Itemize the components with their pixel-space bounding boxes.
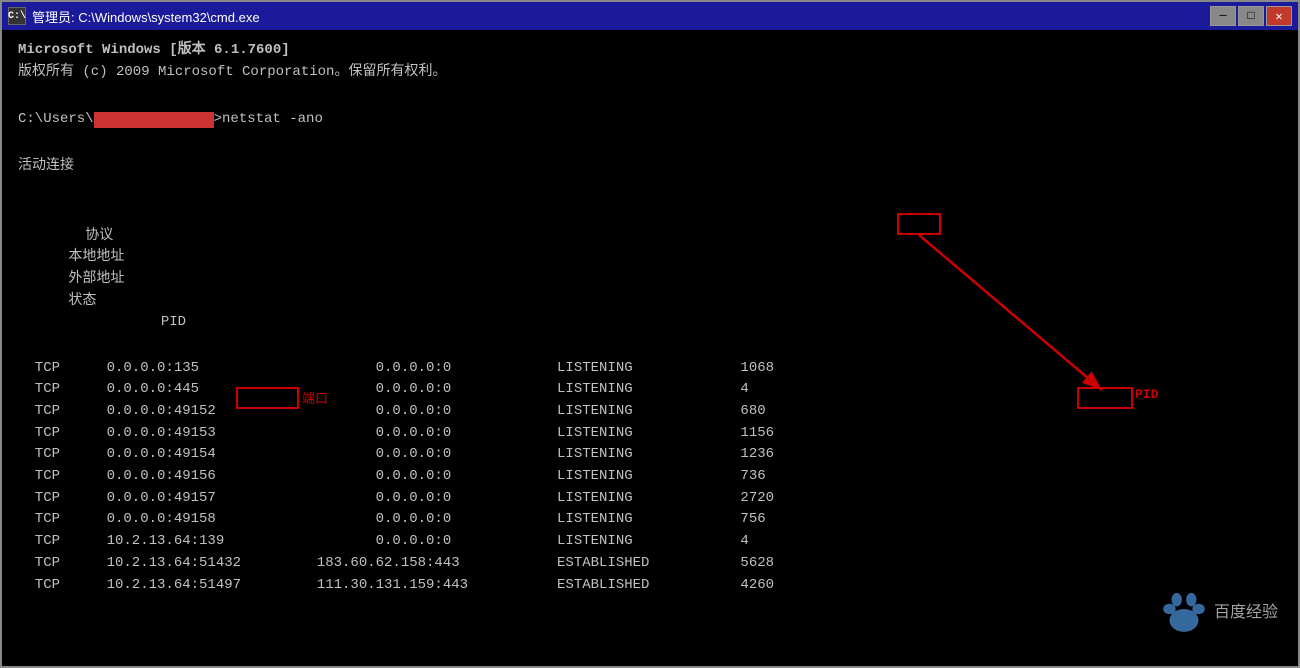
minimize-button[interactable]: ─ bbox=[1210, 6, 1236, 26]
table-row: TCP 0.0.0.0:49156 0.0.0.0:0 LISTENING 73… bbox=[18, 466, 1282, 488]
header-pid: PID bbox=[68, 312, 148, 334]
close-button[interactable]: ✕ bbox=[1266, 6, 1292, 26]
header-state: 状态 bbox=[68, 291, 243, 313]
blank-line-3 bbox=[18, 178, 1282, 200]
title-bar: C:\ 管理员: C:\Windows\system32\cmd.exe ─ □… bbox=[2, 2, 1298, 30]
command-text: >netstat -ano bbox=[214, 109, 323, 131]
table-row: TCP 0.0.0.0:49152 0.0.0.0:0 LISTENING 68… bbox=[18, 401, 1282, 423]
redacted-username bbox=[94, 112, 214, 128]
blank-line-2 bbox=[18, 135, 1282, 157]
copyright-line: 版权所有 (c) 2009 Microsoft Corporation。保留所有… bbox=[18, 62, 1282, 84]
command-prompt-line: C:\Users\ >netstat -ano bbox=[18, 109, 1282, 131]
table-header-row: 协议 本地地址 外部地址 状态 PID bbox=[18, 204, 1282, 356]
table-row: TCP 0.0.0.0:445 0.0.0.0:0 LISTENING 4 bbox=[18, 379, 1282, 401]
section-title: 活动连接 bbox=[18, 156, 1282, 178]
table-row: TCP 0.0.0.0:49154 0.0.0.0:0 LISTENING 12… bbox=[18, 444, 1282, 466]
cmd-icon: C:\ bbox=[8, 7, 26, 25]
table-row: TCP 10.2.13.64:51497 111.30.131.159:443 … bbox=[18, 575, 1282, 597]
table-row: TCP 10.2.13.64:139 0.0.0.0:0 LISTENING 4 bbox=[18, 531, 1282, 553]
maximize-button[interactable]: □ bbox=[1238, 6, 1264, 26]
table-row: TCP 0.0.0.0:135 0.0.0.0:0 LISTENING 1068 bbox=[18, 358, 1282, 380]
header-local: 本地地址 bbox=[68, 247, 253, 269]
baidu-label: 百度经验 bbox=[1214, 598, 1278, 622]
window-title: 管理员: C:\Windows\system32\cmd.exe bbox=[32, 7, 260, 26]
table-row-highlighted: TCP 0.0.0.0:49157 0.0.0.0:0 LISTENING 27… bbox=[18, 488, 1282, 510]
header-foreign: 外部地址 bbox=[68, 269, 283, 291]
title-bar-left: C:\ 管理员: C:\Windows\system32\cmd.exe bbox=[8, 7, 260, 26]
blank-line-1 bbox=[18, 83, 1282, 105]
table-row: TCP 10.2.13.64:51432 183.60.62.158:443 E… bbox=[18, 553, 1282, 575]
header-protocol: 协议 bbox=[68, 226, 123, 248]
version-line: Microsoft Windows [版本 6.1.7600] bbox=[18, 40, 1282, 62]
prompt-text: C:\Users\ bbox=[18, 109, 94, 131]
table-row: TCP 0.0.0.0:49153 0.0.0.0:0 LISTENING 11… bbox=[18, 423, 1282, 445]
table-row: TCP 0.0.0.0:49158 0.0.0.0:0 LISTENING 75… bbox=[18, 509, 1282, 531]
title-buttons: ─ □ ✕ bbox=[1210, 6, 1292, 26]
terminal-area: Microsoft Windows [版本 6.1.7600] 版权所有 (c)… bbox=[2, 30, 1298, 666]
window: C:\ 管理员: C:\Windows\system32\cmd.exe ─ □… bbox=[0, 0, 1300, 668]
